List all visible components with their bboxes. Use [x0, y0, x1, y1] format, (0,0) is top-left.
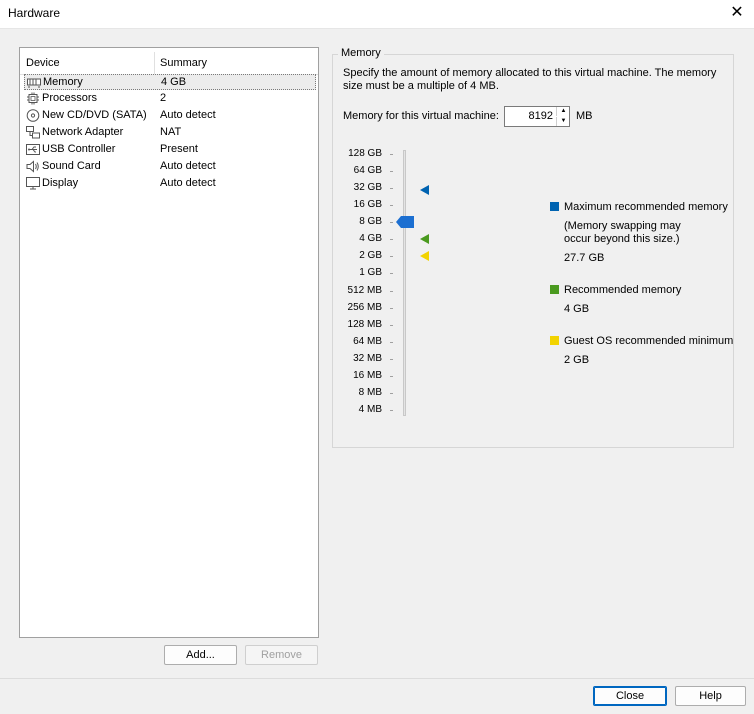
scale-tick-label: 128 MB — [347, 318, 382, 330]
scale-tick-mark — [390, 392, 393, 394]
column-header-summary[interactable]: Summary — [160, 57, 207, 69]
close-icon[interactable]: ✕ — [726, 3, 748, 23]
recommended-marker — [420, 234, 429, 244]
device-row-display[interactable]: Display Auto detect — [24, 176, 316, 192]
scale-tick-label: 8 GB — [359, 216, 382, 228]
device-summary: 4 GB — [161, 76, 187, 88]
column-header-device[interactable]: Device — [26, 57, 60, 69]
device-row-network-adapter[interactable]: Network Adapter NAT — [24, 125, 316, 141]
memory-group-title: Memory — [338, 47, 384, 59]
scale-tick-mark — [390, 154, 393, 155]
footer-separator — [0, 678, 754, 679]
legend-min-value: 2 GB — [564, 354, 590, 366]
scale-tick-label: 256 MB — [347, 301, 382, 313]
device-summary: Auto detect — [160, 177, 216, 189]
device-name: Sound Card — [42, 160, 101, 172]
device-row-memory[interactable]: Memory 4 GB — [24, 74, 316, 90]
scale-tick-label: 128 GB — [348, 148, 382, 159]
scale-tick-mark — [390, 188, 393, 190]
close-button[interactable]: Close — [593, 686, 667, 706]
device-row-sound-card[interactable]: Sound Card Auto detect — [24, 159, 316, 175]
legend-max-note-1: (Memory swapping may — [564, 220, 681, 232]
memory-value-input[interactable]: 8192 — [505, 110, 553, 122]
scale-tick-mark — [390, 256, 393, 258]
scale-tick-mark — [390, 410, 393, 412]
device-list-header: Device Summary — [20, 52, 318, 75]
scale-tick-label: 32 MB — [353, 352, 382, 364]
device-list[interactable]: Device Summary Memory 4 GB Processors 2 … — [19, 47, 319, 638]
scale-tick-mark — [390, 341, 393, 343]
window-title: Hardware — [8, 6, 61, 20]
device-summary: Auto detect — [160, 160, 216, 172]
scale-tick-label: 4 MB — [358, 404, 382, 416]
scale-tick-mark — [390, 358, 393, 360]
speaker-icon — [26, 160, 39, 173]
device-summary: Present — [160, 143, 198, 155]
scale-tick-label: 16 MB — [353, 369, 382, 381]
monitor-icon — [26, 177, 40, 190]
network-icon — [26, 126, 40, 139]
legend-rec-label: Recommended memory — [564, 284, 682, 296]
legend-min-label: Guest OS recommended minimum — [564, 335, 734, 347]
device-row-usb-controller[interactable]: USB Controller Present — [24, 142, 316, 158]
legend-max-note-2: occur beyond this size.) — [564, 233, 680, 245]
remove-button[interactable]: Remove — [245, 645, 318, 665]
scale-tick-mark — [390, 273, 393, 275]
memory-unit: MB — [576, 110, 593, 122]
add-button[interactable]: Add... — [164, 645, 237, 665]
scale-tick-mark — [390, 290, 393, 292]
scale-tick-mark — [390, 222, 393, 224]
scale-tick-label: 512 MB — [347, 284, 382, 296]
guest-min-marker — [420, 251, 429, 261]
scale-tick-mark — [390, 171, 393, 173]
max-recommended-marker — [420, 185, 429, 195]
device-name: Display — [42, 177, 79, 189]
title-bar: Hardware ✕ — [0, 0, 754, 29]
memory-slider-track[interactable] — [403, 150, 406, 416]
help-button[interactable]: Help — [675, 686, 746, 706]
device-summary: NAT — [160, 126, 182, 138]
memory-spinbox[interactable]: 8192 ▲ ▼ — [504, 106, 570, 127]
memory-slider-thumb[interactable] — [396, 216, 414, 228]
device-row-cd-dvd[interactable]: New CD/DVD (SATA) Auto detect — [24, 108, 316, 124]
usb-icon — [26, 144, 40, 155]
legend-rec-value: 4 GB — [564, 303, 590, 315]
device-summary: 2 — [160, 92, 167, 104]
spin-up-icon[interactable]: ▲ — [556, 107, 570, 116]
device-summary: Auto detect — [160, 109, 216, 121]
device-row-processors[interactable]: Processors 2 — [24, 91, 316, 107]
memory-field-label: Memory for this virtual machine: — [343, 110, 499, 122]
memory-description: Specify the amount of memory allocated t… — [343, 67, 717, 92]
device-name: Processors — [42, 92, 98, 104]
device-name: Memory — [43, 76, 83, 88]
cd-dvd-icon — [26, 109, 40, 122]
legend-min-swatch — [550, 336, 559, 345]
scale-tick-mark — [390, 307, 393, 309]
scale-tick-label: 4 GB — [359, 233, 382, 245]
scale-tick-mark — [390, 375, 393, 377]
legend-max-value: 27.7 GB — [564, 252, 605, 264]
legend-rec-swatch — [550, 285, 559, 294]
memory-icon — [27, 78, 41, 88]
legend-max-label: Maximum recommended memory — [564, 201, 728, 213]
scale-tick-mark — [390, 205, 393, 207]
scale-tick-label: 32 GB — [353, 182, 382, 194]
scale-tick-label: 64 GB — [353, 165, 382, 177]
device-name: Network Adapter — [42, 126, 124, 138]
scale-tick-label: 2 GB — [359, 250, 382, 262]
device-name: USB Controller — [42, 143, 116, 155]
processor-icon — [27, 92, 39, 105]
device-name: New CD/DVD (SATA) — [42, 109, 147, 121]
scale-tick-mark — [390, 324, 393, 326]
scale-tick-label: 64 MB — [353, 335, 382, 347]
scale-tick-label: 8 MB — [358, 386, 382, 398]
legend-max-swatch — [550, 202, 559, 211]
scale-tick-label: 1 GB — [359, 267, 382, 279]
spin-down-icon[interactable]: ▼ — [556, 117, 570, 126]
scale-tick-label: 16 GB — [353, 199, 382, 211]
scale-tick-mark — [390, 239, 393, 241]
